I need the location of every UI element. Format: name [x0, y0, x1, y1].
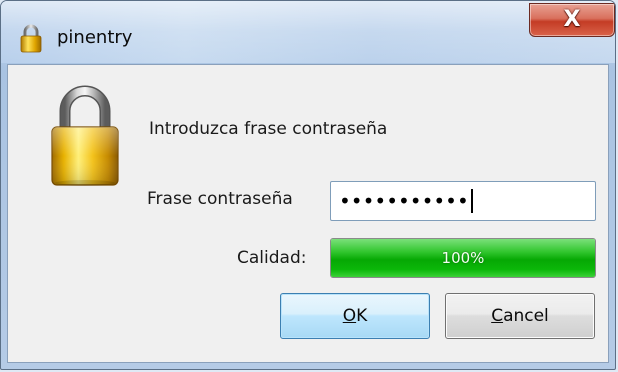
passphrase-input[interactable]: ••••••••••• [330, 181, 596, 221]
close-button[interactable]: X [529, 3, 615, 37]
window-title: pinentry [57, 27, 133, 48]
cancel-label: ancel [503, 306, 549, 326]
pinentry-window: pinentry X Introduzca frase contraseña F… [0, 0, 616, 370]
ok-button[interactable]: OK [280, 293, 430, 339]
dialog-body: Introduzca frase contraseña Frase contra… [7, 64, 609, 363]
passphrase-label: Frase contraseña [147, 189, 293, 209]
ok-accelerator: O [342, 306, 357, 326]
quality-percent: 100% [441, 249, 485, 267]
quality-bar: 100% [330, 238, 596, 278]
quality-label: Calidad: [237, 248, 307, 268]
cancel-button[interactable]: Cancel [445, 293, 595, 339]
ok-label: K [356, 306, 368, 326]
title-bar[interactable]: pinentry X [1, 1, 615, 63]
cancel-accelerator: C [491, 306, 504, 326]
text-caret [470, 189, 473, 213]
prompt-text: Introduzca frase contraseña [149, 119, 388, 139]
padlock-icon [51, 85, 119, 186]
close-icon: X [563, 7, 581, 32]
passphrase-value: ••••••••••• [339, 189, 469, 213]
lock-icon [20, 24, 42, 53]
